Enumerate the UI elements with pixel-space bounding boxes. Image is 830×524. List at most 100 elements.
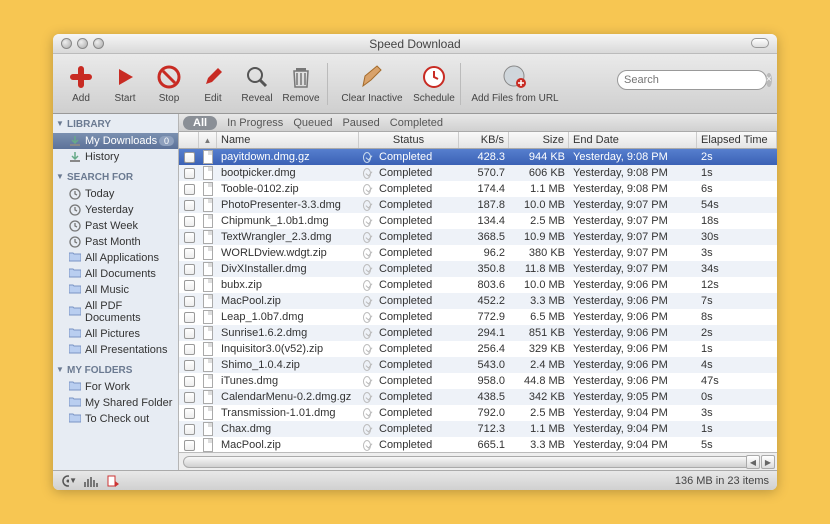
row-checkbox[interactable]	[184, 408, 195, 419]
check-icon	[363, 232, 371, 243]
cell-size: 10.9 MB	[509, 231, 569, 243]
cell-kbs: 428.3	[459, 151, 509, 163]
sidebar-item[interactable]: All Presentations	[53, 342, 178, 358]
row-checkbox[interactable]	[184, 168, 195, 179]
column-size[interactable]: Size	[509, 132, 569, 148]
file-icon	[203, 198, 213, 212]
tab-paused[interactable]: Paused	[342, 117, 379, 129]
table-row[interactable]: TextWrangler_2.3.dmgCompleted368.510.9 M…	[179, 229, 777, 245]
table-row[interactable]: Sunrise1.6.2.dmgCompleted294.1851 KBYest…	[179, 325, 777, 341]
row-checkbox[interactable]	[184, 376, 195, 387]
export-icon[interactable]	[105, 474, 121, 488]
table-row[interactable]: iTunes.dmgCompleted958.044.8 MBYesterday…	[179, 373, 777, 389]
stop-button[interactable]: Stop	[147, 58, 191, 110]
sidebar-item[interactable]: Yesterday	[53, 202, 178, 218]
sidebar-item[interactable]: History	[53, 149, 178, 165]
schedule-button[interactable]: Schedule	[412, 58, 456, 110]
horizontal-scrollbar[interactable]: ◀▶	[179, 452, 777, 470]
edit-button[interactable]: Edit	[191, 58, 235, 110]
table-row[interactable]: Leap_1.0b7.dmgCompleted772.96.5 MBYester…	[179, 309, 777, 325]
table-row[interactable]: bubx.zipCompleted803.610.0 MBYesterday, …	[179, 277, 777, 293]
cell-elapsed: 1s	[697, 167, 777, 179]
row-checkbox[interactable]	[184, 264, 195, 275]
table-row[interactable]: payitdown.dmg.gzCompleted428.3944 KBYest…	[179, 149, 777, 165]
tab-all[interactable]: All	[183, 116, 217, 130]
sidebar-item[interactable]: All PDF Documents	[53, 298, 178, 326]
sidebar-item[interactable]: My Downloads0	[53, 133, 178, 149]
table-row[interactable]: PhotoPresenter-3.3.dmgCompleted187.810.0…	[179, 197, 777, 213]
clear-inactive-button[interactable]: Clear Inactive	[332, 58, 412, 110]
sidebar-item[interactable]: All Music	[53, 282, 178, 298]
table-row[interactable]: Inquisitor3.0(v52).zipCompleted256.4329 …	[179, 341, 777, 357]
row-checkbox[interactable]	[184, 184, 195, 195]
row-checkbox[interactable]	[184, 216, 195, 227]
tab-in-progress[interactable]: In Progress	[227, 117, 283, 129]
row-checkbox[interactable]	[184, 440, 195, 451]
column-end-date[interactable]: End Date	[569, 132, 697, 148]
row-checkbox[interactable]	[184, 248, 195, 259]
sidebar-group-folders[interactable]: MY FOLDERS	[53, 362, 178, 379]
row-checkbox[interactable]	[184, 232, 195, 243]
column-sort[interactable]: ▲	[199, 132, 217, 148]
sidebar-item[interactable]: Past Month	[53, 234, 178, 250]
column-status[interactable]: Status	[359, 132, 459, 148]
row-checkbox[interactable]	[184, 312, 195, 323]
sidebar-item[interactable]: Today	[53, 186, 178, 202]
row-checkbox[interactable]	[184, 424, 195, 435]
column-checkbox[interactable]	[179, 132, 199, 148]
row-checkbox[interactable]	[184, 200, 195, 211]
row-checkbox[interactable]	[184, 360, 195, 371]
sidebar-item-label: All Presentations	[85, 344, 168, 356]
add-from-url-button[interactable]: Add Files from URL	[465, 58, 565, 110]
add-button[interactable]: Add	[59, 58, 103, 110]
remove-button[interactable]: Remove	[279, 58, 323, 110]
cell-size: 6.5 MB	[509, 311, 569, 323]
table-row[interactable]: Transmission-1.01.dmgCompleted792.02.5 M…	[179, 405, 777, 421]
sidebar-item[interactable]: All Documents	[53, 266, 178, 282]
sidebar-group-search[interactable]: SEARCH FOR	[53, 169, 178, 186]
row-checkbox[interactable]	[184, 344, 195, 355]
tab-queued[interactable]: Queued	[293, 117, 332, 129]
table-row[interactable]: Tooble-0102.zipCompleted174.41.1 MBYeste…	[179, 181, 777, 197]
scroll-left-button[interactable]: ◀	[746, 455, 760, 469]
column-elapsed[interactable]: Elapsed Time	[697, 132, 777, 148]
table-body[interactable]: payitdown.dmg.gzCompleted428.3944 KBYest…	[179, 149, 777, 452]
table-row[interactable]: MacPool.zipCompleted665.13.3 MBYesterday…	[179, 437, 777, 452]
table-row[interactable]: DivXInstaller.dmgCompleted350.811.8 MBYe…	[179, 261, 777, 277]
sidebar-item[interactable]: To Check out	[53, 411, 178, 427]
clear-search-button[interactable]: ×	[766, 73, 772, 87]
start-button[interactable]: Start	[103, 58, 147, 110]
table-row[interactable]: Chipmunk_1.0b1.dmgCompleted134.42.5 MBYe…	[179, 213, 777, 229]
tab-completed[interactable]: Completed	[390, 117, 443, 129]
table-row[interactable]: CalendarMenu-0.2.dmg.gzCompleted438.5342…	[179, 389, 777, 405]
scrollbar-thumb[interactable]	[183, 456, 757, 468]
table-row[interactable]: WORLDview.wdgt.zipCompleted96.2380 KBYes…	[179, 245, 777, 261]
table-row[interactable]: MacPool.zipCompleted452.23.3 MBYesterday…	[179, 293, 777, 309]
sidebar-item[interactable]: All Pictures	[53, 326, 178, 342]
row-checkbox[interactable]	[184, 296, 195, 307]
sidebar-item[interactable]: For Work	[53, 379, 178, 395]
row-checkbox[interactable]	[184, 152, 195, 163]
table-row[interactable]: Chax.dmgCompleted712.31.1 MBYesterday, 9…	[179, 421, 777, 437]
row-checkbox[interactable]	[184, 392, 195, 403]
table-row[interactable]: bootpicker.dmgCompleted570.7606 KBYester…	[179, 165, 777, 181]
activity-icon[interactable]	[83, 474, 99, 488]
cell-status: Completed	[375, 183, 459, 195]
column-kbs[interactable]: KB/s	[459, 132, 509, 148]
sidebar-item[interactable]: All Applications	[53, 250, 178, 266]
table-row[interactable]: Shimo_1.0.4.zipCompleted543.02.4 MBYeste…	[179, 357, 777, 373]
play-icon	[111, 63, 139, 91]
sidebar-item[interactable]: My Shared Folder	[53, 395, 178, 411]
toolbar-toggle-button[interactable]	[751, 38, 769, 48]
folder-icon	[69, 306, 81, 318]
reveal-button[interactable]: Reveal	[235, 58, 279, 110]
search-field[interactable]: ×	[617, 70, 767, 90]
sidebar-group-library[interactable]: LIBRARY	[53, 116, 178, 133]
column-name[interactable]: Name	[217, 132, 359, 148]
scroll-right-button[interactable]: ▶	[761, 455, 775, 469]
sidebar-item[interactable]: Past Week	[53, 218, 178, 234]
row-checkbox[interactable]	[184, 328, 195, 339]
search-input[interactable]	[624, 74, 766, 86]
gear-icon[interactable]: ▼	[61, 474, 77, 488]
row-checkbox[interactable]	[184, 280, 195, 291]
